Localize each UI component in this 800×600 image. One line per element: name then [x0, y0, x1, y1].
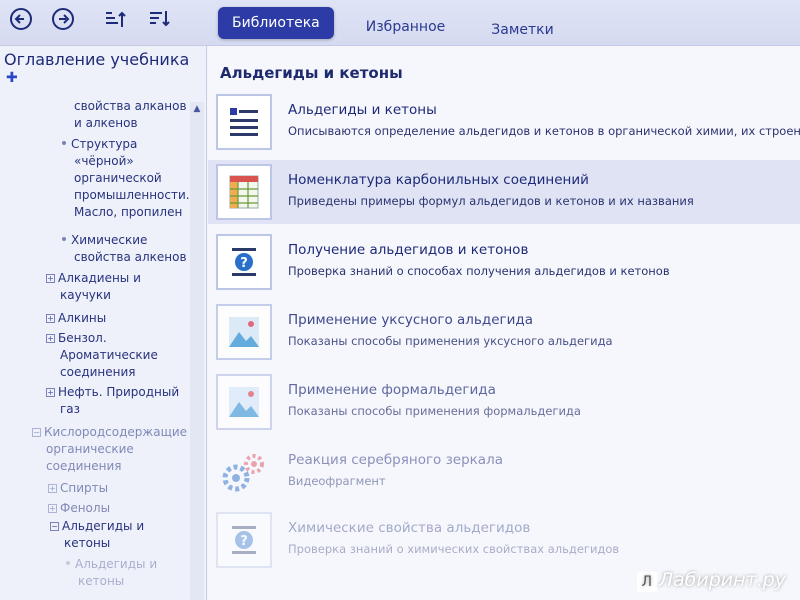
collapse-icon[interactable]: −: [32, 428, 41, 437]
item-description: Показаны способы применения уксусного ал…: [288, 334, 613, 348]
toc-item-oil-gas[interactable]: + Нефть. Природный газ: [46, 384, 179, 418]
item-description: Приведены примеры формул альдегидов и ке…: [288, 194, 694, 208]
expand-icon[interactable]: +: [46, 274, 55, 283]
table-icon: [216, 164, 272, 220]
watermark-logo-icon: Л: [636, 572, 657, 592]
page-title: Альдегиды и кетоны: [220, 64, 403, 82]
bullet-icon: [62, 237, 66, 241]
bullet-icon: [62, 141, 66, 145]
toc-item-benzene[interactable]: + Бензол. Ароматические соединения: [46, 330, 158, 381]
tab-library[interactable]: Библиотека: [218, 7, 334, 39]
toc-item-black-industry[interactable]: Структура «чёрной» органической промышленно…: [62, 136, 190, 221]
sidebar-title: Оглавление учебника: [4, 50, 190, 69]
toc-item-aldehydes-ketones-sub[interactable]: Альдегиды и кетоны: [66, 556, 157, 590]
svg-text:?: ?: [240, 534, 248, 549]
back-icon[interactable]: [8, 6, 34, 32]
item-description: Описываются определение альдегидов и кет…: [288, 124, 800, 138]
bullet-icon: [66, 561, 70, 565]
list-item[interactable]: ? Получение альдегидов и кетонов Проверк…: [208, 230, 800, 294]
list-item[interactable]: Реакция серебряного зеркала Видеофрагмен…: [208, 440, 800, 504]
quiz-icon: ?: [216, 234, 272, 290]
tab-favorites[interactable]: Избранное: [352, 11, 460, 43]
toc-item-alkane-properties[interactable]: свойства алканов и алкенов: [74, 98, 187, 132]
scroll-up-icon[interactable]: ▲: [190, 102, 204, 116]
scrollbar[interactable]: [190, 102, 204, 600]
sidebar: Оглавление учебника ✚ ▲ свойства алканов…: [0, 46, 207, 600]
svg-text:?: ?: [240, 256, 248, 271]
expand-icon[interactable]: +: [48, 504, 57, 513]
toc-item-phenols[interactable]: + Фенолы: [48, 500, 110, 517]
expand-icon[interactable]: +: [48, 484, 57, 493]
document-list-icon: [216, 94, 272, 150]
content-panel: Альдегиды и кетоны Альдегиды и кетоны Оп…: [208, 46, 800, 600]
item-description: Видеофрагмент: [288, 474, 386, 488]
watermark: Л Лабиринт.ру: [636, 569, 786, 592]
toolbar: Библиотека Избранное Заметки: [0, 0, 800, 46]
video-gears-icon: [216, 444, 272, 500]
item-description: Проверка знаний о химических свойствах а…: [288, 542, 620, 556]
list-item[interactable]: Альдегиды и кетоны Описываются определен…: [208, 90, 800, 154]
toc-item-alkadienes[interactable]: + Алкадиены и каучуки: [46, 270, 141, 304]
plus-icon[interactable]: ✚: [6, 70, 18, 86]
item-title: Номенклатура карбонильных соединений: [288, 172, 589, 188]
tab-bar: Библиотека Избранное Заметки: [218, 4, 586, 42]
list-item[interactable]: Применение уксусного альдегида Показаны …: [208, 300, 800, 364]
list-item[interactable]: Номенклатура карбонильных соединений При…: [208, 160, 800, 224]
sort-ascending-icon[interactable]: [102, 6, 128, 32]
item-description: Проверка знаний о способах получения аль…: [288, 264, 670, 278]
item-title: Альдегиды и кетоны: [288, 102, 437, 118]
quiz-icon: ?: [216, 512, 272, 568]
list-item[interactable]: ? Химические свойства альдегидов Проверк…: [208, 508, 800, 572]
item-title: Применение формальдегида: [288, 382, 496, 398]
expand-icon[interactable]: +: [46, 314, 55, 323]
sort-descending-icon[interactable]: [146, 6, 172, 32]
image-icon: [216, 374, 272, 430]
item-title: Реакция серебряного зеркала: [288, 452, 503, 468]
toc-item-alkene-properties[interactable]: Химические свойства алкенов: [62, 232, 187, 266]
expand-icon[interactable]: +: [46, 334, 55, 343]
toc-item-alcohols[interactable]: + Спирты: [48, 480, 108, 497]
forward-icon[interactable]: [50, 6, 76, 32]
expand-icon[interactable]: +: [46, 388, 55, 397]
toc-item-alkynes[interactable]: + Алкины: [46, 310, 106, 327]
collapse-icon[interactable]: −: [50, 522, 59, 531]
list-item[interactable]: Применение формальдегида Показаны способ…: [208, 370, 800, 434]
item-title: Применение уксусного альдегида: [288, 312, 533, 328]
item-title: Получение альдегидов и кетонов: [288, 242, 529, 258]
toc-item-aldehydes-ketones[interactable]: − Альдегиды и кетоны: [50, 518, 144, 552]
item-title: Химические свойства альдегидов: [288, 520, 531, 536]
image-icon: [216, 304, 272, 360]
tab-notes[interactable]: Заметки: [477, 14, 567, 46]
toc-item-oxygen-compounds[interactable]: − Кислородсодержащие органические соединени…: [32, 424, 187, 475]
item-description: Показаны способы применения формальдегид…: [288, 404, 581, 418]
